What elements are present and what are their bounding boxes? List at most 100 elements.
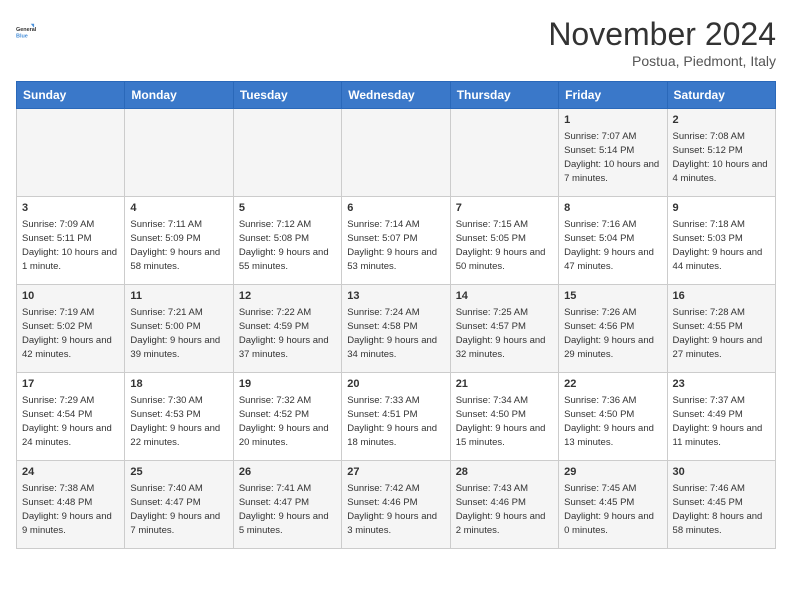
calendar-cell: 27Sunrise: 7:42 AM Sunset: 4:46 PM Dayli…: [342, 461, 450, 549]
calendar-cell: 28 Sunrise: 7:43 AM Sunset: 4:46 PM Dayli…: [450, 461, 558, 549]
day-number: 17: [22, 377, 119, 392]
day-number: 3: [22, 201, 119, 216]
calendar-cell: 7Sunrise: 7:15 AM Sunset: 5:05 PM Daylig…: [450, 197, 558, 285]
svg-text:General: General: [16, 27, 37, 33]
title-section: November 2024 Postua, Piedmont, Italy: [548, 16, 776, 69]
day-number: 1: [564, 113, 661, 128]
day-info: Sunrise: 7:33 AM Sunset: 4:51 PM Dayligh…: [347, 394, 444, 449]
calendar-cell: [342, 109, 450, 197]
calendar-header: SundayMondayTuesdayWednesdayThursdayFrid…: [17, 82, 776, 109]
calendar-cell: 11 Sunrise: 7:21 AM Sunset: 5:00 PM Dayli…: [125, 285, 233, 373]
day-info: Sunrise: 7:30 AM Sunset: 4:53 PM Dayligh…: [130, 394, 227, 449]
calendar-cell: 30 Sunrise: 7:46 AM Sunset: 4:45 PM Dayli…: [667, 461, 775, 549]
day-info: Sunrise: 7:08 AM Sunset: 5:12 PM Dayligh…: [673, 130, 770, 185]
day-info: Sunrise: 7:11 AM Sunset: 5:09 PM Dayligh…: [130, 218, 227, 273]
week-row-2: 3Sunrise: 7:09 AM Sunset: 5:11 PM Daylig…: [17, 197, 776, 285]
day-info: Sunrise: 7:32 AM Sunset: 4:52 PM Dayligh…: [239, 394, 336, 449]
calendar-cell: 15 Sunrise: 7:26 AM Sunset: 4:56 PM Dayli…: [559, 285, 667, 373]
calendar-cell: [450, 109, 558, 197]
week-row-4: 17 Sunrise: 7:29 AM Sunset: 4:54 PM Dayli…: [17, 373, 776, 461]
calendar-table: SundayMondayTuesdayWednesdayThursdayFrid…: [16, 81, 776, 549]
day-info: Sunrise: 7:28 AM Sunset: 4:55 PM Dayligh…: [673, 306, 770, 361]
day-number: 29: [564, 465, 661, 480]
week-row-3: 10Sunrise: 7:19 AM Sunset: 5:02 PM Dayli…: [17, 285, 776, 373]
logo-icon: General Blue: [16, 16, 48, 48]
day-number: 16: [673, 289, 770, 304]
calendar-cell: 23Sunrise: 7:37 AM Sunset: 4:49 PM Dayli…: [667, 373, 775, 461]
day-info: Sunrise: 7:41 AM Sunset: 4:47 PM Dayligh…: [239, 482, 336, 537]
calendar-cell: 12 Sunrise: 7:22 AM Sunset: 4:59 PM Dayli…: [233, 285, 341, 373]
calendar-cell: 3Sunrise: 7:09 AM Sunset: 5:11 PM Daylig…: [17, 197, 125, 285]
day-info: Sunrise: 7:14 AM Sunset: 5:07 PM Dayligh…: [347, 218, 444, 273]
calendar-cell: 8Sunrise: 7:16 AM Sunset: 5:04 PM Daylig…: [559, 197, 667, 285]
day-info: Sunrise: 7:45 AM Sunset: 4:45 PM Dayligh…: [564, 482, 661, 537]
day-number: 18: [130, 377, 227, 392]
header-monday: Monday: [125, 82, 233, 109]
day-number: 26: [239, 465, 336, 480]
day-number: 25: [130, 465, 227, 480]
calendar-cell: [233, 109, 341, 197]
day-info: Sunrise: 7:18 AM Sunset: 5:03 PM Dayligh…: [673, 218, 770, 273]
calendar-cell: 26 Sunrise: 7:41 AM Sunset: 4:47 PM Dayli…: [233, 461, 341, 549]
day-number: 24: [22, 465, 119, 480]
calendar-cell: 4 Sunrise: 7:11 AM Sunset: 5:09 PM Daylig…: [125, 197, 233, 285]
calendar-cell: 2 Sunrise: 7:08 AM Sunset: 5:12 PM Daylig…: [667, 109, 775, 197]
day-number: 9: [673, 201, 770, 216]
day-number: 28: [456, 465, 553, 480]
calendar-cell: 1 Sunrise: 7:07 AM Sunset: 5:14 PM Daylig…: [559, 109, 667, 197]
day-info: Sunrise: 7:34 AM Sunset: 4:50 PM Dayligh…: [456, 394, 553, 449]
header-tuesday: Tuesday: [233, 82, 341, 109]
page-header: General Blue November 2024 Postua, Piedm…: [16, 16, 776, 69]
month-title: November 2024: [548, 16, 776, 53]
calendar-cell: 17 Sunrise: 7:29 AM Sunset: 4:54 PM Dayli…: [17, 373, 125, 461]
calendar-cell: 25 Sunrise: 7:40 AM Sunset: 4:47 PM Dayli…: [125, 461, 233, 549]
day-number: 2: [673, 113, 770, 128]
day-number: 4: [130, 201, 227, 216]
calendar-cell: 19Sunrise: 7:32 AM Sunset: 4:52 PM Dayli…: [233, 373, 341, 461]
day-info: Sunrise: 7:46 AM Sunset: 4:45 PM Dayligh…: [673, 482, 770, 537]
day-number: 22: [564, 377, 661, 392]
day-number: 13: [347, 289, 444, 304]
header-sunday: Sunday: [17, 82, 125, 109]
week-row-1: 1 Sunrise: 7:07 AM Sunset: 5:14 PM Daylig…: [17, 109, 776, 197]
day-number: 6: [347, 201, 444, 216]
calendar-cell: [17, 109, 125, 197]
day-info: Sunrise: 7:37 AM Sunset: 4:49 PM Dayligh…: [673, 394, 770, 449]
calendar-cell: 16 Sunrise: 7:28 AM Sunset: 4:55 PM Dayli…: [667, 285, 775, 373]
logo: General Blue: [16, 16, 48, 48]
header-thursday: Thursday: [450, 82, 558, 109]
day-info: Sunrise: 7:24 AM Sunset: 4:58 PM Dayligh…: [347, 306, 444, 361]
day-info: Sunrise: 7:29 AM Sunset: 4:54 PM Dayligh…: [22, 394, 119, 449]
day-info: Sunrise: 7:40 AM Sunset: 4:47 PM Dayligh…: [130, 482, 227, 537]
day-info: Sunrise: 7:21 AM Sunset: 5:00 PM Dayligh…: [130, 306, 227, 361]
calendar-cell: 21 Sunrise: 7:34 AM Sunset: 4:50 PM Dayli…: [450, 373, 558, 461]
day-number: 15: [564, 289, 661, 304]
day-number: 21: [456, 377, 553, 392]
calendar-cell: 10Sunrise: 7:19 AM Sunset: 5:02 PM Dayli…: [17, 285, 125, 373]
calendar-cell: 9 Sunrise: 7:18 AM Sunset: 5:03 PM Daylig…: [667, 197, 775, 285]
calendar-cell: 6 Sunrise: 7:14 AM Sunset: 5:07 PM Daylig…: [342, 197, 450, 285]
calendar-cell: 24 Sunrise: 7:38 AM Sunset: 4:48 PM Dayli…: [17, 461, 125, 549]
day-info: Sunrise: 7:25 AM Sunset: 4:57 PM Dayligh…: [456, 306, 553, 361]
day-number: 30: [673, 465, 770, 480]
day-info: Sunrise: 7:43 AM Sunset: 4:46 PM Dayligh…: [456, 482, 553, 537]
day-info: Sunrise: 7:22 AM Sunset: 4:59 PM Dayligh…: [239, 306, 336, 361]
calendar-cell: 22Sunrise: 7:36 AM Sunset: 4:50 PM Dayli…: [559, 373, 667, 461]
day-number: 11: [130, 289, 227, 304]
calendar-cell: 18 Sunrise: 7:30 AM Sunset: 4:53 PM Dayli…: [125, 373, 233, 461]
day-number: 5: [239, 201, 336, 216]
day-info: Sunrise: 7:38 AM Sunset: 4:48 PM Dayligh…: [22, 482, 119, 537]
calendar-cell: 14 Sunrise: 7:25 AM Sunset: 4:57 PM Dayli…: [450, 285, 558, 373]
header-saturday: Saturday: [667, 82, 775, 109]
location-subtitle: Postua, Piedmont, Italy: [548, 53, 776, 69]
day-info: Sunrise: 7:16 AM Sunset: 5:04 PM Dayligh…: [564, 218, 661, 273]
svg-text:Blue: Blue: [16, 33, 28, 39]
header-friday: Friday: [559, 82, 667, 109]
day-number: 12: [239, 289, 336, 304]
day-info: Sunrise: 7:26 AM Sunset: 4:56 PM Dayligh…: [564, 306, 661, 361]
calendar-cell: [125, 109, 233, 197]
day-info: Sunrise: 7:07 AM Sunset: 5:14 PM Dayligh…: [564, 130, 661, 185]
day-number: 14: [456, 289, 553, 304]
calendar-cell: 5Sunrise: 7:12 AM Sunset: 5:08 PM Daylig…: [233, 197, 341, 285]
calendar-cell: 20Sunrise: 7:33 AM Sunset: 4:51 PM Dayli…: [342, 373, 450, 461]
